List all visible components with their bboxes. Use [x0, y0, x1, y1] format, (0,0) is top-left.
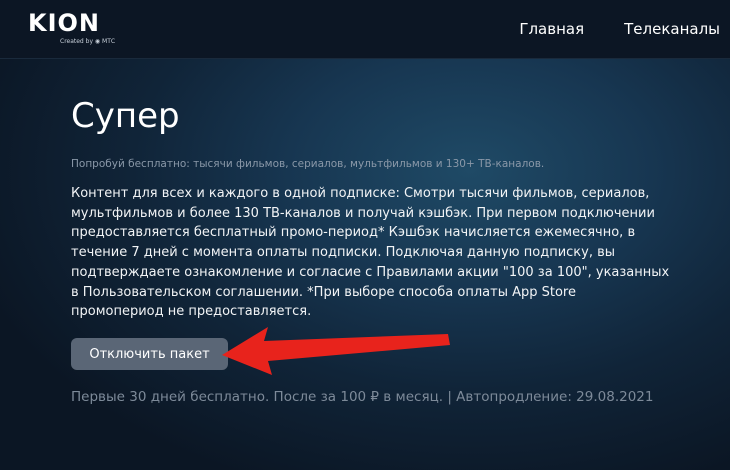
arrow-shape	[222, 327, 450, 375]
red-arrow-icon	[222, 327, 450, 375]
